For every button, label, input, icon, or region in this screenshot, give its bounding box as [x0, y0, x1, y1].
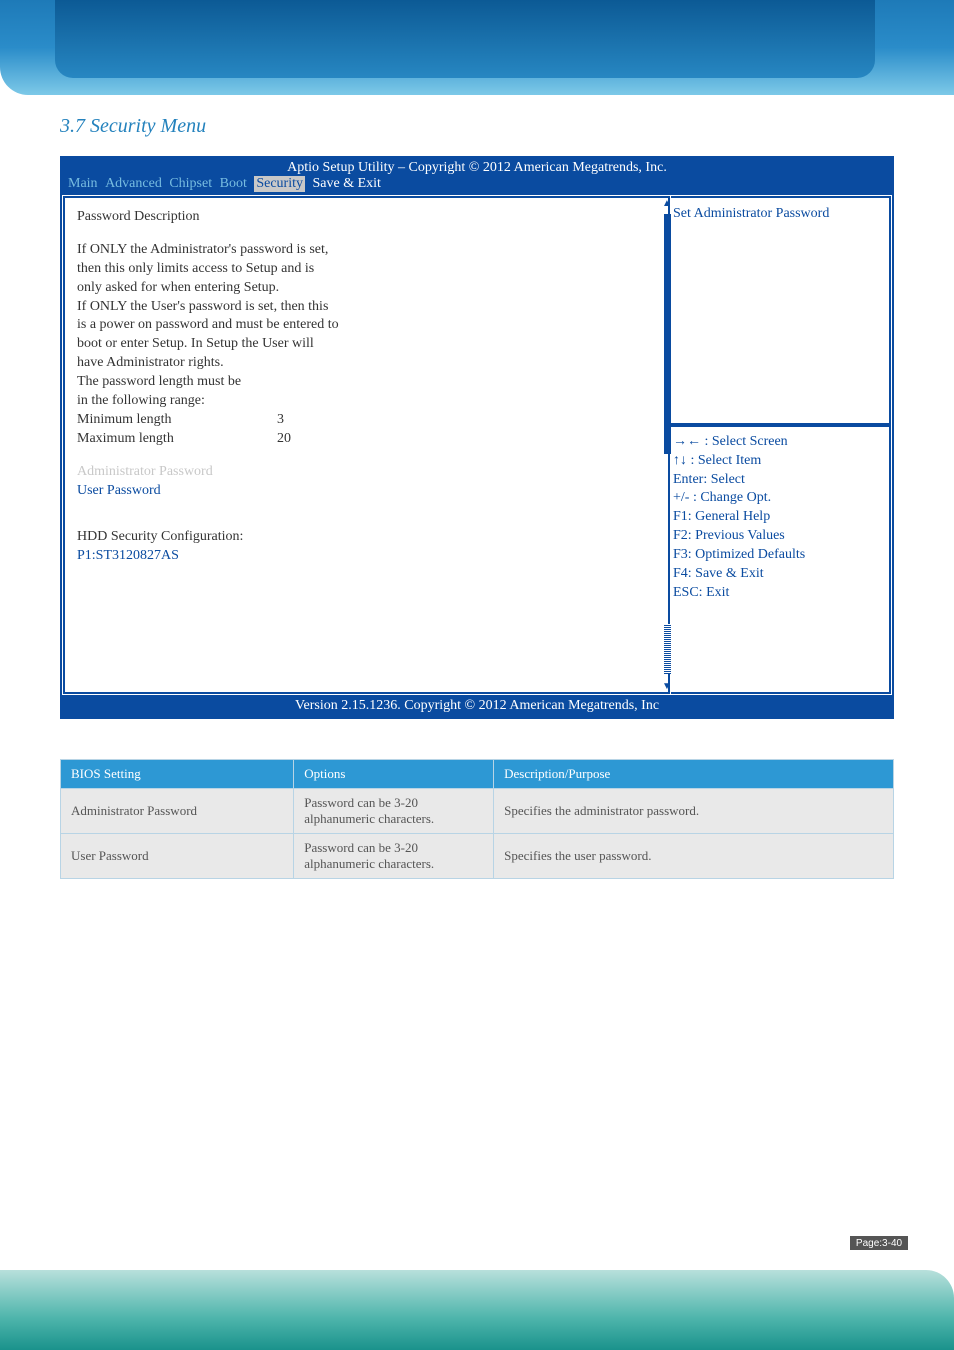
pw-desc: is a power on password and must be enter…: [77, 316, 656, 335]
pw-desc: in the following range:: [77, 392, 656, 411]
cell-options: Password can be 3-20 alphanumeric charac…: [294, 789, 494, 834]
section-title: 3.7 Security Menu: [60, 115, 894, 138]
cell-desc: Specifies the administrator password.: [494, 789, 894, 834]
top-banner-inner: [55, 0, 875, 78]
bios-menubar[interactable]: Main Advanced Chipset Boot Security Save…: [62, 176, 892, 195]
bios-key-help: →← : Select Screen ↑↓ : Select Item Ente…: [671, 425, 891, 694]
menu-advanced[interactable]: Advanced: [105, 176, 162, 192]
th-description: Description/Purpose: [494, 760, 894, 789]
bios-title-bar: Aptio Setup Utility – Copyright © 2012 A…: [62, 158, 892, 176]
menu-chipset[interactable]: Chipset: [169, 176, 212, 192]
help-enter: Enter: Select: [673, 471, 885, 490]
menu-boot[interactable]: Boot: [220, 176, 247, 192]
page-badge: Page:3-40: [850, 1236, 908, 1250]
bios-body: Password Description If ONLY the Adminis…: [62, 195, 892, 695]
cell-options: Password can be 3-20 alphanumeric charac…: [294, 834, 494, 879]
pw-desc: If ONLY the Administrator's password is …: [77, 241, 656, 260]
pw-desc: only asked for when entering Setup.: [77, 279, 656, 298]
help-f3: F3: Optimized Defaults: [673, 546, 885, 565]
item-hdd-device[interactable]: P1:ST3120827AS: [77, 547, 656, 566]
item-admin-password[interactable]: Administrator Password: [77, 463, 656, 482]
table-row: Administrator Password Password can be 3…: [61, 789, 894, 834]
th-bios-setting: BIOS Setting: [61, 760, 294, 789]
pw-desc-title: Password Description: [77, 208, 656, 227]
pw-desc: The password length must be: [77, 373, 656, 392]
bios-window: Aptio Setup Utility – Copyright © 2012 A…: [60, 156, 894, 719]
item-user-password[interactable]: User Password: [77, 482, 656, 501]
bios-right-pane: Set Administrator Password →← : Select S…: [671, 196, 891, 694]
max-length-row: Maximum length 20: [77, 430, 656, 449]
page-content: 3.7 Security Menu Aptio Setup Utility – …: [60, 115, 894, 879]
help-change-opt: +/- : Change Opt.: [673, 489, 885, 508]
pw-desc: boot or enter Setup. In Setup the User w…: [77, 335, 656, 354]
min-length-value: 3: [277, 411, 284, 430]
cell-setting: User Password: [61, 834, 294, 879]
help-f4: F4: Save & Exit: [673, 565, 885, 584]
max-length-label: Maximum length: [77, 430, 277, 449]
top-banner: [0, 0, 954, 95]
min-length-row: Minimum length 3: [77, 411, 656, 430]
scroll-thumb[interactable]: [664, 214, 671, 454]
item-help-text: Set Administrator Password: [671, 196, 891, 425]
pw-desc: If ONLY the User's password is set, then…: [77, 298, 656, 317]
scroll-track-bottom: [664, 624, 671, 674]
help-f2: F2: Previous Values: [673, 527, 885, 546]
th-options: Options: [294, 760, 494, 789]
help-select-screen: →← : Select Screen: [673, 433, 885, 452]
table-row: User Password Password can be 3-20 alpha…: [61, 834, 894, 879]
min-length-label: Minimum length: [77, 411, 277, 430]
pw-desc: then this only limits access to Setup an…: [77, 260, 656, 279]
bios-footer: Version 2.15.1236. Copyright © 2012 Amer…: [62, 695, 892, 717]
settings-table: BIOS Setting Options Description/Purpose…: [60, 759, 894, 879]
pw-desc: have Administrator rights.: [77, 354, 656, 373]
max-length-value: 20: [277, 430, 291, 449]
bios-left-pane: Password Description If ONLY the Adminis…: [63, 196, 670, 694]
hdd-sec-label: HDD Security Configuration:: [77, 528, 656, 547]
help-select-item: ↑↓ : Select Item: [673, 452, 885, 471]
help-f1: F1: General Help: [673, 508, 885, 527]
cell-desc: Specifies the user password.: [494, 834, 894, 879]
menu-save-exit[interactable]: Save & Exit: [313, 176, 381, 192]
bottom-banner: [0, 1270, 954, 1350]
table-header-row: BIOS Setting Options Description/Purpose: [61, 760, 894, 789]
menu-security[interactable]: Security: [254, 176, 305, 192]
help-esc: ESC: Exit: [673, 584, 885, 603]
cell-setting: Administrator Password: [61, 789, 294, 834]
menu-main[interactable]: Main: [68, 176, 98, 192]
